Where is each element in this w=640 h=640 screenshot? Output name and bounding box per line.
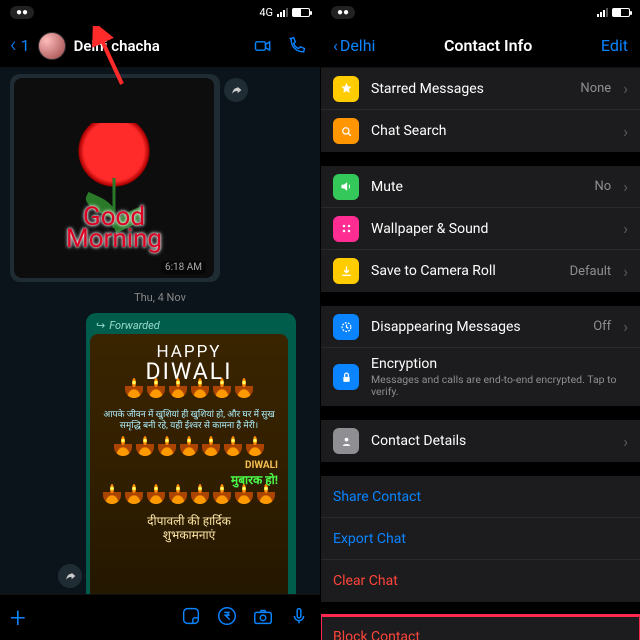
page-title: Contact Info bbox=[375, 36, 601, 55]
row-label: Contact Details bbox=[371, 433, 611, 449]
row-label: Wallpaper & Sound bbox=[371, 221, 611, 237]
timer-icon bbox=[333, 314, 359, 340]
forward-icon[interactable] bbox=[58, 564, 82, 588]
diwali-l2: DIWALI bbox=[90, 362, 288, 382]
signal-icon bbox=[597, 8, 608, 17]
row-label: Clear Chat bbox=[333, 573, 628, 589]
rupee-icon[interactable] bbox=[216, 605, 238, 631]
back-chevron-icon: ‹ bbox=[333, 36, 338, 55]
row-value: None bbox=[580, 81, 611, 96]
row-label: Disappearing Messages bbox=[371, 319, 581, 335]
edit-button[interactable]: Edit bbox=[601, 36, 628, 55]
row-label: Block Contact bbox=[333, 629, 628, 640]
speaker-icon bbox=[333, 174, 359, 200]
row-starred-messages[interactable]: Starred Messages None › bbox=[321, 68, 640, 110]
search-icon bbox=[333, 118, 359, 144]
row-share-contact[interactable]: Share Contact bbox=[321, 476, 640, 518]
row-encryption[interactable]: Encryption Messages and calls are end-to… bbox=[321, 348, 640, 406]
chevron-right-icon: › bbox=[623, 317, 628, 336]
diwali-green-pre: DIWALI bbox=[90, 460, 278, 471]
diwali-green: मुबारक हो! bbox=[231, 473, 278, 487]
row-clear-chat[interactable]: Clear Chat bbox=[321, 560, 640, 602]
back-chevron-icon[interactable]: ‹ bbox=[10, 33, 17, 58]
person-icon bbox=[333, 428, 359, 454]
chat-header: ‹ 1 Delhi chacha bbox=[0, 24, 320, 68]
row-chat-search[interactable]: Chat Search › bbox=[321, 110, 640, 152]
message-bubble[interactable]: Forwarded HAPPY DIWALI आपके जीवन में खुश… bbox=[86, 313, 296, 594]
chevron-right-icon: › bbox=[623, 177, 628, 196]
status-bar: ●● bbox=[321, 0, 640, 24]
chevron-right-icon: › bbox=[623, 219, 628, 238]
battery-icon bbox=[612, 8, 630, 17]
avatar[interactable] bbox=[38, 32, 66, 60]
network-4g: 4G bbox=[259, 6, 273, 19]
diwali-hindi-mid: आपके जीवन में खुशियां ही खुशियां हो, और … bbox=[90, 402, 288, 440]
voicecall-icon[interactable] bbox=[284, 33, 310, 59]
status-bar: ●● 4G bbox=[0, 0, 320, 24]
back-unread-count[interactable]: 1 bbox=[21, 36, 30, 55]
diwali-hindi-b2: शुभकामनाएं bbox=[163, 528, 216, 542]
row-wallpaper-sound[interactable]: Wallpaper & Sound › bbox=[321, 208, 640, 250]
image-good-morning[interactable]: Good Morning 6:18 AM bbox=[14, 78, 214, 278]
row-label: Mute bbox=[371, 179, 582, 195]
gm-line2: Morning bbox=[66, 224, 162, 254]
row-label: Save to Camera Roll bbox=[371, 263, 558, 279]
wallpaper-icon bbox=[333, 216, 359, 242]
row-value: Default bbox=[570, 264, 612, 279]
sticker-icon[interactable] bbox=[180, 605, 202, 631]
chat-input-bar: + bbox=[0, 594, 320, 640]
row-value: Off bbox=[593, 319, 611, 334]
image-diwali[interactable]: HAPPY DIWALI आपके जीवन में खुशियां ही खु… bbox=[90, 334, 288, 594]
row-export-chat[interactable]: Export Chat bbox=[321, 518, 640, 560]
chevron-right-icon: › bbox=[623, 262, 628, 281]
row-label: Encryption bbox=[371, 356, 628, 372]
info-header: ‹ Delhi Contact Info Edit bbox=[321, 24, 640, 68]
row-label: Share Contact bbox=[333, 489, 628, 505]
camera-icon[interactable] bbox=[252, 605, 274, 631]
chevron-right-icon: › bbox=[623, 122, 628, 141]
message-bubble[interactable]: Good Morning 6:18 AM bbox=[10, 74, 220, 282]
videocall-icon[interactable] bbox=[250, 33, 276, 59]
row-label: Starred Messages bbox=[371, 81, 568, 97]
row-disappearing[interactable]: Disappearing Messages Off › bbox=[321, 306, 640, 348]
chevron-right-icon: › bbox=[623, 432, 628, 451]
forwarded-label: Forwarded bbox=[90, 317, 292, 334]
row-label: Chat Search bbox=[371, 123, 611, 139]
lock-icon bbox=[333, 364, 359, 390]
mic-icon[interactable] bbox=[288, 605, 310, 631]
contact-name[interactable]: Delhi chacha bbox=[74, 37, 242, 55]
contact-info-screen: ●● ‹ Delhi Contact Info Edit Starred Mes… bbox=[320, 0, 640, 640]
row-save-camera-roll[interactable]: Save to Camera Roll Default › bbox=[321, 250, 640, 292]
signal-icon bbox=[277, 8, 288, 17]
back-label: Delhi bbox=[340, 36, 376, 55]
battery-icon bbox=[292, 8, 310, 17]
chat-screen: ●● 4G ‹ 1 Delhi chacha bbox=[0, 0, 320, 640]
download-icon bbox=[333, 258, 359, 284]
back-button[interactable]: ‹ Delhi bbox=[333, 36, 375, 55]
chat-body: Good Morning 6:18 AM Thu, 4 Nov Forwarde… bbox=[0, 68, 320, 594]
settings-list: Starred Messages None › Chat Search › Mu… bbox=[321, 68, 640, 640]
row-subtitle: Messages and calls are end-to-end encryp… bbox=[371, 374, 628, 398]
date-separator: Thu, 4 Nov bbox=[124, 288, 196, 307]
timestamp: 6:18 AM bbox=[161, 261, 206, 274]
star-icon bbox=[333, 76, 359, 102]
row-block-contact[interactable]: Block Contact bbox=[321, 616, 640, 640]
chevron-right-icon: › bbox=[623, 79, 628, 98]
row-contact-details[interactable]: Contact Details › bbox=[321, 420, 640, 462]
row-mute[interactable]: Mute No › bbox=[321, 166, 640, 208]
row-label: Export Chat bbox=[333, 531, 628, 547]
forward-icon[interactable] bbox=[224, 78, 248, 102]
row-value: No bbox=[594, 179, 611, 194]
attach-plus-icon[interactable]: + bbox=[10, 601, 26, 634]
diwali-hindi-b1: दीपावली की हार्दिक bbox=[147, 514, 231, 528]
